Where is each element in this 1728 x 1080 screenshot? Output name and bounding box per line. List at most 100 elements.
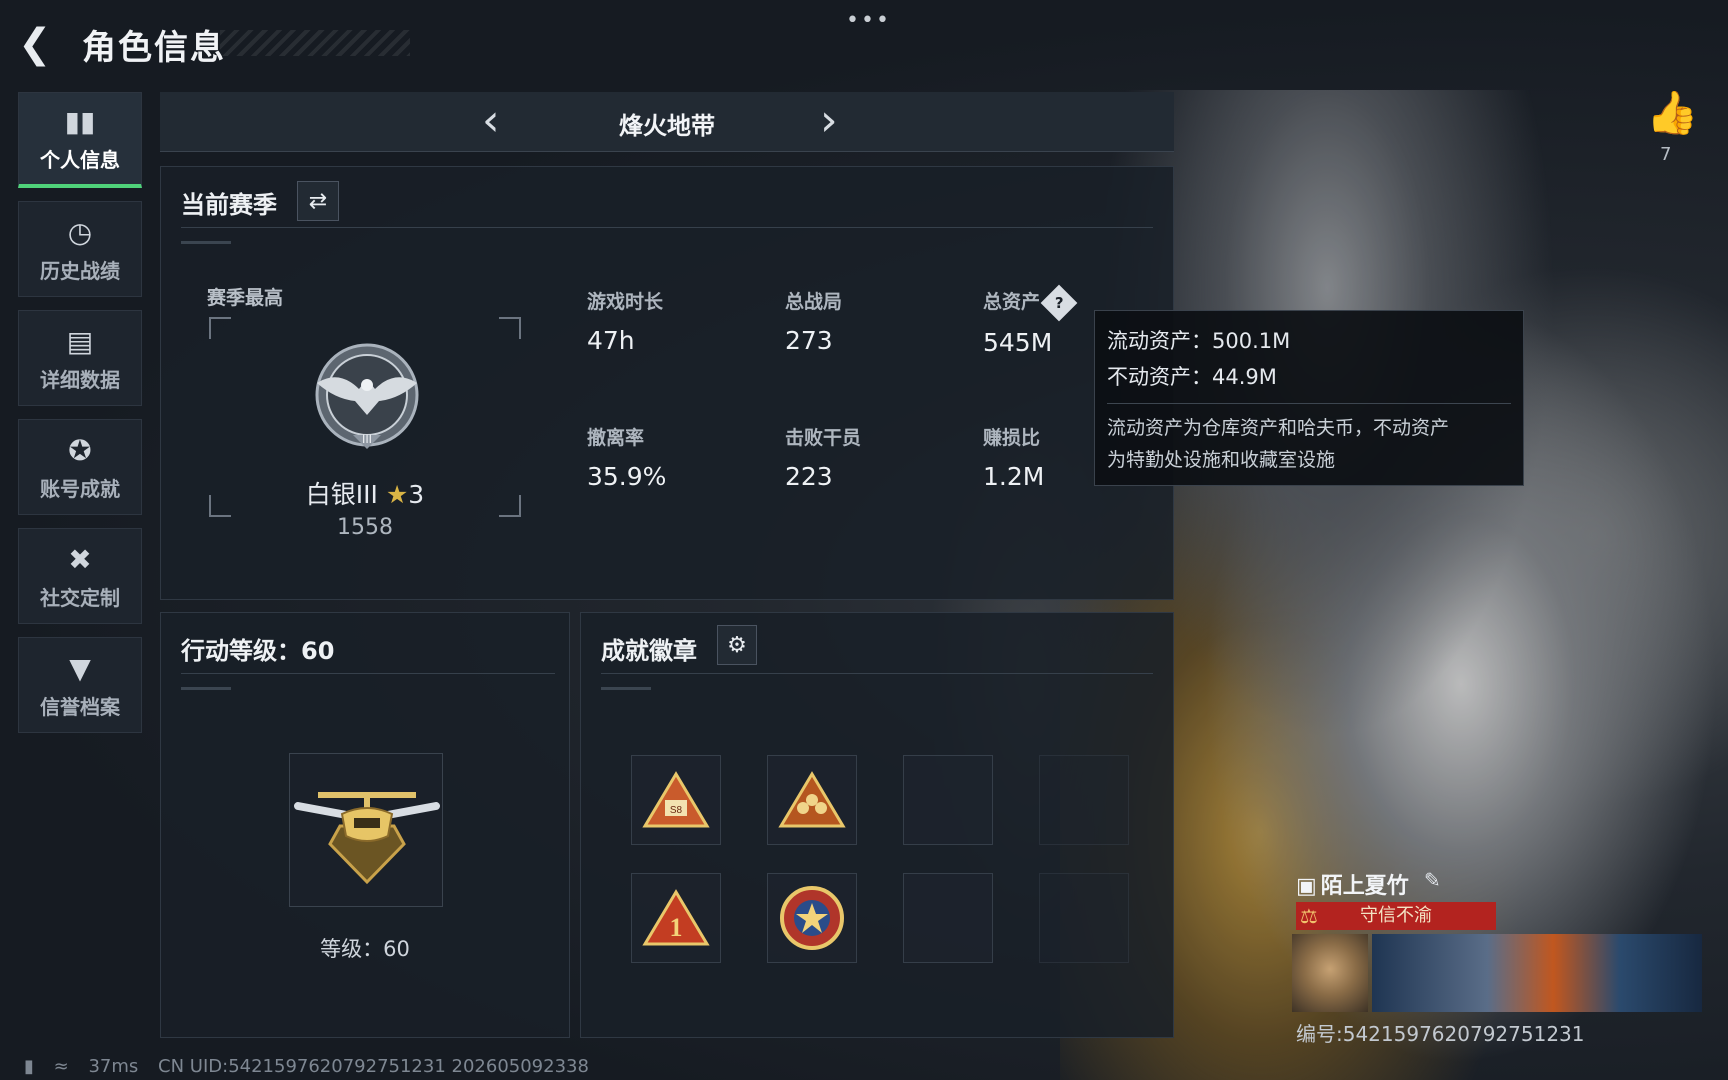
divider [601,673,1153,674]
battery-icon: ▮ [24,1056,34,1077]
stat-value: 35.9% [587,462,667,491]
sidebar-item-label: 社交定制 [40,585,120,610]
tooltip-liquid-assets: 流动资产：500.1M [1107,329,1291,353]
clock-history-icon: ◷ [67,215,93,249]
divider [181,673,555,674]
sidebar-item-personal-info[interactable]: ▮▮ 个人信息 [18,92,142,188]
sidebar-item-history[interactable]: ◷ 历史战绩 [18,201,142,297]
level-emblem-box[interactable] [289,753,443,907]
sidebar-item-label: 详细数据 [40,367,120,392]
stat-value: 545M [983,327,1053,357]
silver-rank-emblem-icon: III [315,343,419,449]
page-title: 角色信息 [82,28,226,68]
stat-label: 赚损比 [983,427,1041,449]
sidebar-item-achievements[interactable]: ✪ 账号成就 [18,419,142,515]
player-name: ▣ 陌上夏竹 [1296,868,1409,900]
wifi-icon: ≈ [53,1056,69,1077]
footer-uid: CN UID:5421597620792751231 202605092338 [158,1056,589,1077]
svg-text:1: 1 [670,913,683,942]
gear-icon[interactable]: ⚙ [717,625,757,665]
stat-label: 游戏时长 [587,291,664,313]
assets-tooltip: 流动资产：500.1M 不动资产：44.9M 流动资产为仓库资产和哈夫币，不动资… [1094,310,1524,486]
stat-play-time: 游戏时长 47h [587,287,663,355]
shield-icon: ▼ [69,651,91,685]
stat-operators-defeated: 击败干员 223 [785,423,861,491]
sidebar-item-reputation[interactable]: ▼ 信誉档案 [18,637,142,733]
sidebar-item-label: 账号成就 [40,476,120,501]
player-name-text: 陌上夏竹 [1320,874,1409,899]
tooltip-divider [1107,403,1511,404]
badge-slot[interactable]: S8 [631,755,721,845]
badge-triangle-s8-icon: S8 [642,771,710,828]
season-title: 当前赛季 [181,191,277,219]
back-button[interactable]: ❮ [18,22,62,66]
sidebar-item-social[interactable]: ✖ 社交定制 [18,528,142,624]
svg-text:S8: S8 [670,805,683,816]
helicopter-emblem-icon [294,792,440,885]
stat-value: 273 [785,326,833,355]
season-panel: 当前赛季 ⇄ 赛季最高 III 白银III ★3 1558 游戏时长 47h 总… [160,166,1174,600]
divider-accent [181,687,231,690]
rank-stars: 3 [408,480,425,509]
badge-slot-empty[interactable] [1039,873,1129,963]
tooltip-fixed-assets: 不动资产：44.9M [1107,365,1277,389]
help-icon[interactable]: ? [1040,284,1078,321]
mode-selector: ‹ 烽火地带 › [160,92,1174,152]
stat-label: 击败干员 [785,427,862,449]
divider-accent [601,687,651,690]
briefcase-icon: ▣ [1296,874,1317,899]
next-mode-button[interactable]: › [820,96,838,146]
achievement-badges-panel: 成就徽章 ⚙ S8 1 [580,612,1174,1038]
badge-slot-empty[interactable] [1039,755,1129,845]
stat-extraction-rate: 撤离率 35.9% [587,423,666,491]
stat-value: 1.2M [983,462,1045,491]
stat-label: 总资产 [983,291,1041,313]
swap-season-button[interactable]: ⇄ [297,181,339,221]
rank-name: 白银III ★3 [209,475,521,511]
svg-text:III: III [362,432,372,446]
thumbs-up-icon[interactable]: 👍 [1646,88,1698,138]
stat-total-assets: 总资产? 545M [983,284,1078,357]
badge-triangle-number-one-icon: 1 [642,889,710,946]
badge-slot-empty[interactable] [903,755,993,845]
sidebar-item-detail-data[interactable]: ▤ 详细数据 [18,310,142,406]
ping-value: 37ms [88,1056,139,1077]
badge-slot[interactable] [767,873,857,963]
folder-icon: ▤ [66,324,94,358]
season-best-label: 赛季最高 [207,287,284,309]
sidebar-item-label: 信誉档案 [40,694,120,719]
scales-icon: ⚖ [1300,904,1318,928]
more-options-icon[interactable]: ••• [846,8,891,33]
sidebar-item-label: 历史战绩 [40,258,120,283]
title-decoration [220,30,410,56]
mode-name: 烽火地带 [619,112,715,140]
stat-total-matches: 总战局 273 [785,287,842,355]
badge-slot[interactable]: 1 [631,873,721,963]
medal-icon: ✪ [68,433,92,467]
badge-slot-empty[interactable] [903,873,993,963]
status-footer: ▮ ≈ 37ms CN UID:5421597620792751231 2026… [24,1056,603,1077]
sidebar-item-label: 个人信息 [40,148,120,172]
badge-star-circle-icon [780,886,844,950]
badge-slot[interactable] [767,755,857,845]
like-count: 7 [1660,144,1672,165]
player-uid: 编号:5421597620792751231 [1296,1022,1585,1046]
star-icon: ★ [385,480,409,509]
stat-label: 总战局 [785,291,843,313]
action-level-panel: 行动等级：60 等级：60 [160,612,570,1038]
rank-tier: 白银III [305,480,378,509]
rank-score: 1558 [337,515,393,540]
stat-label-wrap: 总资产? [983,284,1078,321]
avatar[interactable] [1292,934,1368,1012]
stat-value: 47h [587,326,635,355]
badge-triangle-team-icon [778,771,846,828]
edit-icon[interactable]: ✎ [1424,868,1441,892]
level-text: 等级：60 [320,937,410,961]
tooltip-description-line2: 为特勤处设施和收藏室设施 [1107,449,1336,471]
profile-banner [1372,934,1702,1012]
divider-accent [181,241,231,244]
tooltip-description-line1: 流动资产为仓库资产和哈夫币，不动资产 [1107,417,1450,439]
sidebar: ▮▮ 个人信息 ◷ 历史战绩 ▤ 详细数据 ✪ 账号成就 ✖ 社交定制 ▼ 信誉… [18,92,144,746]
stat-label: 撤离率 [587,427,645,449]
achievements-title: 成就徽章 [601,637,697,665]
